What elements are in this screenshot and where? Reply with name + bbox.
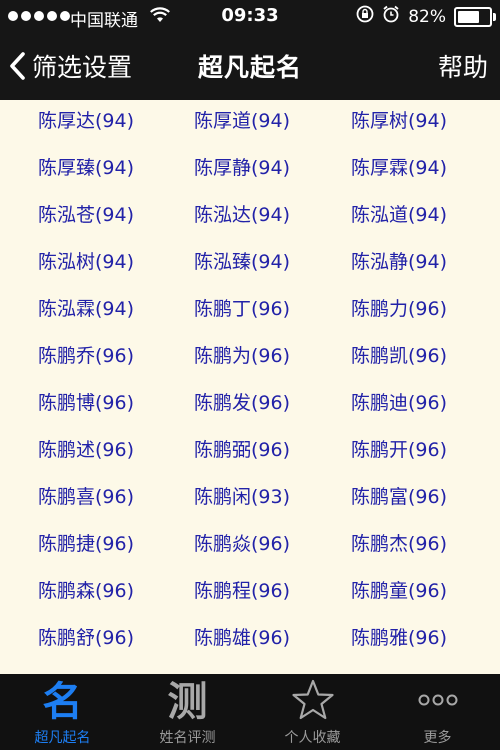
name-item[interactable]: 陈鹏喜(96) <box>38 476 194 523</box>
header: 中国联通 09:33 82% 筛选设置 超凡起名 帮助 <box>0 0 500 100</box>
name-item[interactable]: 陈鹏富(96) <box>351 476 500 523</box>
tab-naming[interactable]: 名 超凡起名 <box>0 674 125 750</box>
navigation-bar: 筛选设置 超凡起名 帮助 <box>0 34 500 100</box>
name-item[interactable]: 陈鹏凯(96) <box>351 335 500 382</box>
rotation-lock-icon <box>356 5 374 28</box>
name-item[interactable]: 陈鹏为(96) <box>194 335 351 382</box>
ce-glyph-icon: 测 <box>167 678 208 725</box>
name-item[interactable]: 陈厚达(94) <box>38 100 194 147</box>
name-item[interactable]: 陈泓霖(94) <box>38 288 194 335</box>
name-item[interactable]: 陈鹏舒(96) <box>38 617 194 664</box>
page-title: 超凡起名 <box>197 53 302 82</box>
name-item[interactable]: 陈鹏乔(96) <box>38 335 194 382</box>
name-item[interactable]: 陈鹏森(96) <box>38 570 194 617</box>
name-item[interactable]: 陈鹏童(96) <box>351 570 500 617</box>
tab-more[interactable]: 更多 <box>375 674 500 750</box>
name-item[interactable]: 陈泓苍(94) <box>38 194 194 241</box>
name-item[interactable]: 陈厚霖(94) <box>351 147 500 194</box>
name-item[interactable]: 陈鹏弼(96) <box>194 429 351 476</box>
ming-glyph-icon: 名 <box>42 678 83 725</box>
name-item[interactable]: 陈鹏力(96) <box>351 288 500 335</box>
tab-label: 姓名评测 <box>159 730 216 746</box>
name-item[interactable]: 陈厚静(94) <box>194 147 351 194</box>
tab-bar: 名 超凡起名 测 姓名评测 个人收藏 更多 <box>0 674 500 750</box>
name-item[interactable]: 陈鹏发(96) <box>194 382 351 429</box>
help-button[interactable]: 帮助 <box>438 48 488 84</box>
tab-name-evaluation[interactable]: 测 姓名评测 <box>125 674 250 750</box>
name-grid: 陈厚达(94) 陈厚道(94) 陈厚树(94) 陈厚臻(94) 陈厚静(94) 陈厚霖(9… <box>0 100 500 664</box>
battery-icon <box>454 6 496 27</box>
name-list[interactable]: 陈厚达(94) 陈厚道(94) 陈厚树(94) 陈厚臻(94) 陈厚静(94) 陈厚霖(9… <box>0 100 500 674</box>
name-item[interactable]: 陈鹏焱(96) <box>194 523 351 570</box>
tab-label: 超凡起名 <box>34 730 91 746</box>
name-item[interactable]: 陈鹏丁(96) <box>194 288 351 335</box>
name-item[interactable]: 陈泓臻(94) <box>194 241 351 288</box>
name-item[interactable]: 陈鹏杰(96) <box>351 523 500 570</box>
name-item[interactable]: 陈鹏述(96) <box>38 429 194 476</box>
name-item[interactable]: 陈鹏闲(93) <box>194 476 351 523</box>
name-item[interactable]: 陈鹏迪(96) <box>351 382 500 429</box>
tab-favorites[interactable]: 个人收藏 <box>250 674 375 750</box>
status-bar: 中国联通 09:33 82% <box>0 0 500 34</box>
name-item[interactable]: 陈鹏雄(96) <box>194 617 351 664</box>
more-dots-icon <box>416 690 460 714</box>
name-item[interactable]: 陈鹏程(96) <box>194 570 351 617</box>
star-icon <box>291 678 335 726</box>
name-item[interactable]: 陈鹏开(96) <box>351 429 500 476</box>
name-item[interactable]: 陈鹏博(96) <box>38 382 194 429</box>
name-item[interactable]: 陈鹏雅(96) <box>351 617 500 664</box>
alarm-icon <box>382 5 400 28</box>
tab-label: 更多 <box>423 730 452 746</box>
name-item[interactable]: 陈泓道(94) <box>351 194 500 241</box>
tab-label: 个人收藏 <box>284 730 341 746</box>
name-item[interactable]: 陈厚树(94) <box>351 100 500 147</box>
battery-percent: 82% <box>408 6 446 27</box>
name-item[interactable]: 陈厚道(94) <box>194 100 351 147</box>
name-item[interactable]: 陈鹏捷(96) <box>38 523 194 570</box>
name-item[interactable]: 陈泓静(94) <box>351 241 500 288</box>
name-item[interactable]: 陈泓树(94) <box>38 241 194 288</box>
name-item[interactable]: 陈泓达(94) <box>194 194 351 241</box>
name-item[interactable]: 陈厚臻(94) <box>38 147 194 194</box>
